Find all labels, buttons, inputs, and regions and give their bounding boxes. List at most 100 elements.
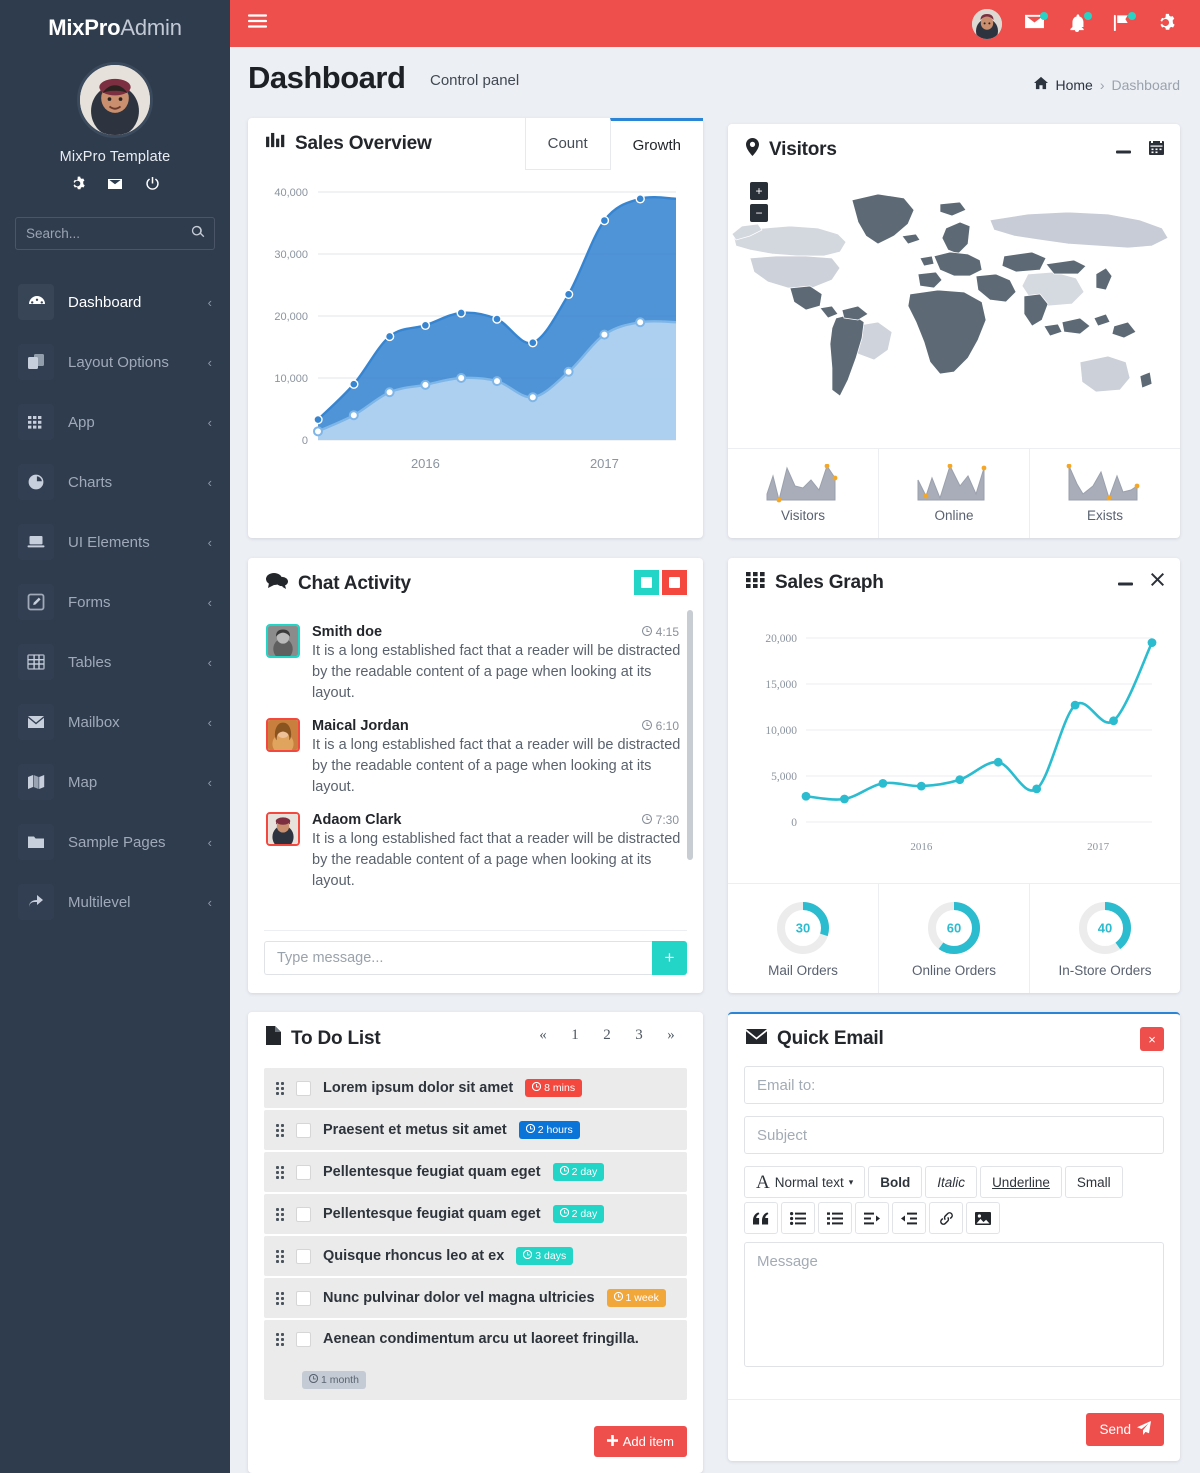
todo-checkbox[interactable] bbox=[296, 1290, 311, 1306]
brand-logo[interactable]: MixProAdmin bbox=[0, 0, 230, 56]
calendar-icon[interactable] bbox=[1149, 139, 1164, 160]
pagination-page-1[interactable]: 1 bbox=[559, 1027, 591, 1044]
tab-growth[interactable]: Growth bbox=[609, 118, 703, 170]
todo-item[interactable]: Nunc pulvinar dolor vel magna ultricies 1… bbox=[264, 1278, 687, 1318]
avatar[interactable] bbox=[266, 624, 300, 658]
flag-icon[interactable] bbox=[1112, 11, 1136, 35]
status-badge-text: 2 day bbox=[571, 1166, 598, 1178]
pagination-prev[interactable]: « bbox=[527, 1027, 559, 1044]
add-item-button[interactable]: Add item bbox=[593, 1426, 687, 1457]
breadcrumb-home[interactable]: Home bbox=[1055, 77, 1092, 93]
sidebar-item-mailbox[interactable]: Mailbox ‹ bbox=[0, 692, 230, 752]
normal-text-dropdown[interactable]: A Normal text ▾ bbox=[744, 1166, 866, 1198]
todo-checkbox[interactable] bbox=[296, 1080, 311, 1096]
sidebar-item-charts[interactable]: Charts ‹ bbox=[0, 452, 230, 512]
send-button[interactable]: Send bbox=[1086, 1413, 1164, 1446]
todo-checkbox[interactable] bbox=[296, 1248, 311, 1264]
y-axis-tick-label: 10,000 bbox=[274, 373, 308, 385]
outdent-icon[interactable] bbox=[855, 1202, 889, 1234]
underline-button[interactable]: Underline bbox=[980, 1166, 1062, 1198]
avatar[interactable] bbox=[266, 812, 300, 846]
todo-item[interactable]: Quisque rhoncus leo at ex 3 days bbox=[264, 1236, 687, 1276]
edit-icon bbox=[18, 584, 54, 620]
email-to-field[interactable] bbox=[744, 1066, 1164, 1104]
todo-checkbox[interactable] bbox=[296, 1206, 311, 1222]
chat-message-input[interactable] bbox=[264, 941, 652, 975]
drag-handle-icon[interactable] bbox=[276, 1291, 284, 1305]
small-button[interactable]: Small bbox=[1064, 1166, 1123, 1198]
bar-chart-icon bbox=[266, 132, 285, 155]
close-icon[interactable] bbox=[1151, 573, 1164, 591]
drag-handle-icon[interactable] bbox=[276, 1332, 284, 1346]
bold-button[interactable]: Bold bbox=[868, 1166, 923, 1198]
sidebar-item-map[interactable]: Map ‹ bbox=[0, 752, 230, 812]
pagination-page-3[interactable]: 3 bbox=[623, 1027, 655, 1044]
indent-icon[interactable] bbox=[892, 1202, 926, 1234]
mail-icon[interactable] bbox=[1024, 11, 1048, 35]
todo-checkbox[interactable] bbox=[296, 1122, 311, 1138]
sidebar-item-layout-options[interactable]: Layout Options ‹ bbox=[0, 332, 230, 392]
chat-send-button[interactable]: + bbox=[652, 941, 687, 975]
world-map[interactable] bbox=[728, 176, 1180, 441]
todo-checkbox[interactable] bbox=[296, 1331, 311, 1347]
minimize-icon[interactable] bbox=[1118, 573, 1133, 591]
drag-handle-icon[interactable] bbox=[276, 1081, 284, 1095]
sidebar-item-dashboard[interactable]: Dashboard ‹ bbox=[0, 272, 230, 332]
breadcrumb-current: Dashboard bbox=[1111, 76, 1181, 93]
chat-scrollbar[interactable] bbox=[687, 610, 693, 860]
topbar-avatar[interactable] bbox=[972, 8, 1002, 39]
sidebar-item-tables[interactable]: Tables ‹ bbox=[0, 632, 230, 692]
data-point bbox=[878, 778, 888, 788]
ordered-list-icon[interactable] bbox=[818, 1202, 852, 1234]
todo-item[interactable]: Aenean condimentum arcu ut laoreet fring… bbox=[264, 1320, 687, 1400]
blockquote-icon[interactable] bbox=[744, 1202, 778, 1234]
todo-item[interactable]: Pellentesque feugiat quam eget 2 day bbox=[264, 1152, 687, 1192]
minimize-icon[interactable] bbox=[1116, 141, 1131, 159]
normal-text-label: Normal text bbox=[774, 1174, 844, 1190]
drag-handle-icon[interactable] bbox=[276, 1165, 284, 1179]
todo-item[interactable]: Lorem ipsum dolor sit amet 8 mins bbox=[264, 1068, 687, 1108]
mail-icon[interactable] bbox=[107, 176, 123, 197]
avatar[interactable] bbox=[266, 718, 300, 752]
folder-icon bbox=[18, 824, 54, 860]
italic-button[interactable]: Italic bbox=[925, 1166, 978, 1198]
message-textarea[interactable] bbox=[744, 1242, 1164, 1367]
drag-handle-icon[interactable] bbox=[276, 1123, 284, 1137]
todo-item[interactable]: Pellentesque feugiat quam eget 2 day bbox=[264, 1194, 687, 1234]
sidebar-item-label: Layout Options bbox=[68, 353, 169, 371]
tab-count[interactable]: Count bbox=[524, 118, 610, 170]
chat-contacts-button[interactable] bbox=[634, 570, 659, 595]
bell-icon[interactable] bbox=[1068, 11, 1092, 35]
sidebar-item-multilevel[interactable]: Multilevel ‹ bbox=[0, 872, 230, 932]
pagination-page-2[interactable]: 2 bbox=[591, 1027, 623, 1044]
hamburger-icon[interactable] bbox=[248, 13, 267, 34]
gear-icon[interactable] bbox=[1156, 13, 1178, 35]
chat-message-time-text: 6:10 bbox=[655, 719, 679, 733]
mail-badge-dot bbox=[1040, 11, 1048, 20]
search-icon[interactable] bbox=[191, 225, 205, 244]
quick-email-close-button[interactable]: × bbox=[1140, 1027, 1164, 1051]
power-icon[interactable] bbox=[145, 176, 160, 197]
chevron-left-icon: ‹ bbox=[207, 894, 212, 910]
drag-handle-icon[interactable] bbox=[276, 1249, 284, 1263]
chat-message-text: It is a long established fact that a rea… bbox=[312, 831, 681, 889]
sidebar-item-forms[interactable]: Forms ‹ bbox=[0, 572, 230, 632]
search-input[interactable] bbox=[15, 217, 215, 250]
sidebar-item-app[interactable]: App ‹ bbox=[0, 392, 230, 452]
sidebar-item-ui-elements[interactable]: UI Elements ‹ bbox=[0, 512, 230, 572]
subject-field[interactable] bbox=[744, 1116, 1164, 1154]
todo-item[interactable]: Praesent et metus sit amet 2 hours bbox=[264, 1110, 687, 1150]
chat-close-button[interactable] bbox=[662, 570, 687, 595]
todo-checkbox[interactable] bbox=[296, 1164, 311, 1180]
data-point bbox=[528, 337, 538, 348]
image-icon[interactable] bbox=[966, 1202, 1000, 1234]
sparkline-label: Visitors bbox=[780, 508, 825, 523]
pagination-next[interactable]: » bbox=[655, 1027, 687, 1044]
drag-handle-icon[interactable] bbox=[276, 1207, 284, 1221]
avatar[interactable] bbox=[77, 62, 153, 138]
unordered-list-icon[interactable] bbox=[781, 1202, 815, 1234]
link-icon[interactable] bbox=[929, 1202, 963, 1234]
gear-icon[interactable] bbox=[70, 176, 85, 197]
sidebar-item-sample-pages[interactable]: Sample Pages ‹ bbox=[0, 812, 230, 872]
sparkline-exists: Exists bbox=[1029, 449, 1180, 538]
